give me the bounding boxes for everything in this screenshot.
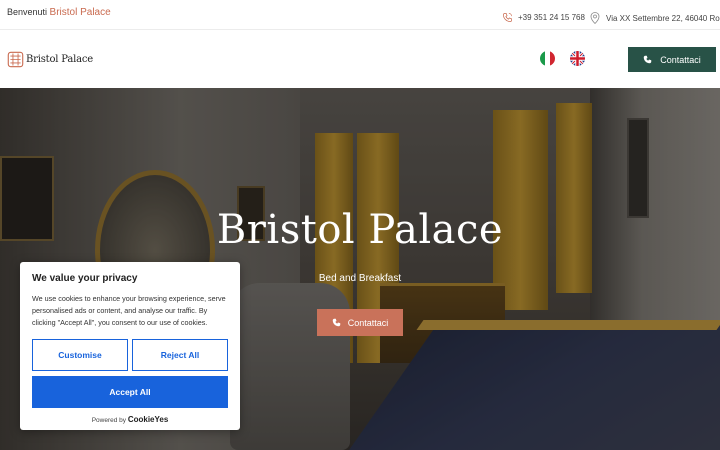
welcome-text: Benvenuti Bristol Palace <box>7 7 111 18</box>
phone-icon <box>332 318 340 327</box>
welcome-brand: Bristol Palace <box>49 7 111 18</box>
logo-emblem-icon <box>7 51 24 68</box>
topbar-address-text: Via XX Settembre 22, 46040 Rodigo <box>606 13 720 23</box>
main-header <box>0 31 720 88</box>
hero-contact-label: Contattaci <box>347 317 389 328</box>
phone-icon <box>503 13 512 22</box>
topbar-address[interactable]: Via XX Settembre 22, 46040 Rodigo <box>590 12 720 24</box>
logo-text: Bristol Palace <box>26 54 93 65</box>
site-logo[interactable]: Bristol Palace <box>7 51 93 68</box>
phone-icon <box>643 55 652 64</box>
header-contact-label: Contattaci <box>660 54 701 65</box>
cookie-description: We use cookies to enhance your browsing … <box>32 294 226 327</box>
cookieyes-logo: CookieYes <box>127 415 169 424</box>
cookie-title: We value your privacy <box>32 273 138 284</box>
cookie-consent-dialog: We value your privacy We use cookies to … <box>20 262 240 430</box>
cookie-button-row: Customise Reject All <box>32 339 228 371</box>
topbar-phone-text: +39 351 24 15 768 <box>518 13 585 22</box>
top-bar: Benvenuti Bristol Palace +39 351 24 15 7… <box>0 0 720 30</box>
hero-title: Bristol Palace <box>216 207 504 253</box>
italian-flag-icon[interactable] <box>540 51 555 66</box>
header-contact-button[interactable]: Contattaci <box>628 47 716 72</box>
accept-all-button[interactable]: Accept All <box>32 376 228 408</box>
topbar-phone[interactable]: +39 351 24 15 768 <box>502 12 585 23</box>
reject-all-button[interactable]: Reject All <box>132 339 228 371</box>
customise-button[interactable]: Customise <box>32 339 128 371</box>
welcome-label: Benvenuti <box>7 7 48 17</box>
hero-contact-button[interactable]: Contattaci <box>317 309 403 336</box>
uk-flag-icon[interactable] <box>570 51 585 66</box>
powered-by-label: Powered by <box>91 417 127 424</box>
powered-by[interactable]: Powered by CookieYes <box>20 415 240 424</box>
map-pin-icon <box>590 12 600 24</box>
